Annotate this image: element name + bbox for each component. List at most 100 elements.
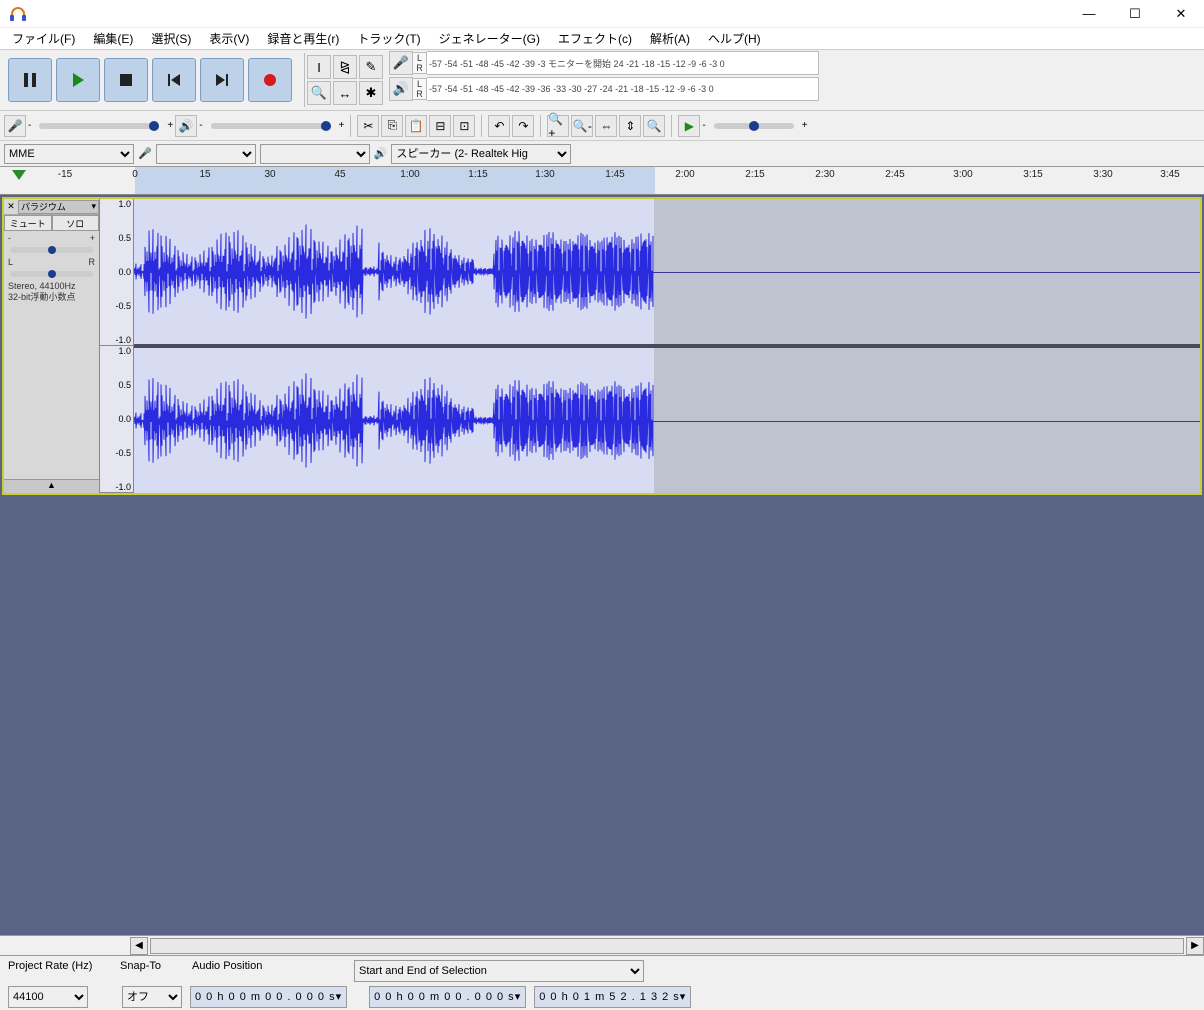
selection-end-field[interactable]: 0 0 h 0 1 m 5 2 . 1 3 2 s▾ <box>534 986 691 1008</box>
meter-rec-lr: LR <box>413 52 427 74</box>
track-close-button[interactable]: ✕ <box>4 201 18 212</box>
menu-generate[interactable]: ジェネレーター(G) <box>431 28 548 49</box>
mic-device-icon: 🎤 <box>138 147 152 160</box>
draw-tool[interactable]: ✎ <box>359 55 383 79</box>
timeline-tick: 2:15 <box>745 169 764 180</box>
audio-position-field[interactable]: 0 0 h 0 0 m 0 0 . 0 0 0 s▾ <box>190 986 347 1008</box>
menu-effect[interactable]: エフェクト(c) <box>550 28 640 49</box>
speaker-device-icon: 🔊 <box>374 147 388 160</box>
waveform-left-channel[interactable] <box>134 199 1200 348</box>
copy-button[interactable]: ⎘ <box>381 115 403 137</box>
menu-track[interactable]: トラック(T) <box>349 28 428 49</box>
timeline-tick: 30 <box>264 169 275 180</box>
playback-meter[interactable]: -57 -54 -51 -48 -45 -42 -39 -36 -33 -30 … <box>427 77 819 101</box>
zoom-tool[interactable]: 🔍 <box>307 81 331 105</box>
record-button[interactable] <box>248 58 292 102</box>
timeshift-tool[interactable]: ↔ <box>333 81 357 105</box>
meter-play-lr: LR <box>413 78 427 100</box>
play-button[interactable] <box>56 58 100 102</box>
undo-button[interactable]: ↶ <box>488 115 510 137</box>
menu-select[interactable]: 選択(S) <box>143 28 199 49</box>
track-pan-slider[interactable] <box>10 271 93 277</box>
scroll-right-button[interactable]: ▶ <box>1186 937 1204 955</box>
menu-view[interactable]: 表示(V) <box>201 28 257 49</box>
play-speed-slider[interactable] <box>714 123 794 129</box>
timeline-tick: 2:30 <box>815 169 834 180</box>
audio-track: ✕ パラジウム▾ ミュート ソロ -+ LR Stereo, 44100Hz 3… <box>2 197 1202 495</box>
playback-volume-slider[interactable] <box>211 123 331 129</box>
redo-button[interactable]: ↷ <box>512 115 534 137</box>
timeline-tick: 1:15 <box>468 169 487 180</box>
mic-icon[interactable]: 🎤 <box>389 51 413 75</box>
timeline-tick: 45 <box>334 169 345 180</box>
transport-toolbar <box>0 50 300 110</box>
multi-tool[interactable]: ✱ <box>359 81 383 105</box>
window-minimize-button[interactable]: ― <box>1066 0 1112 28</box>
zoom-in-button[interactable]: 🔍+ <box>547 115 569 137</box>
timeline-ruler[interactable]: -1501530451:001:151:301:452:002:152:302:… <box>0 167 1204 195</box>
audio-position-label: Audio Position <box>192 960 342 982</box>
fit-project-button[interactable]: ⇕ <box>619 115 641 137</box>
pause-button[interactable] <box>8 58 52 102</box>
scroll-left-button[interactable]: ◀ <box>130 937 148 955</box>
zoom-toggle-button[interactable]: 🔍 <box>643 115 665 137</box>
paste-button[interactable]: 📋 <box>405 115 427 137</box>
audio-host-select[interactable]: MME <box>4 144 134 164</box>
playhead-icon[interactable] <box>12 170 26 180</box>
skip-end-button[interactable] <box>200 58 244 102</box>
mute-button[interactable]: ミュート <box>4 215 52 231</box>
timeline-tick: 3:15 <box>1023 169 1042 180</box>
menu-file[interactable]: ファイル(F) <box>4 28 83 49</box>
tracks-area: ✕ パラジウム▾ ミュート ソロ -+ LR Stereo, 44100Hz 3… <box>0 195 1204 935</box>
track-gain-slider[interactable] <box>10 247 93 253</box>
trim-button[interactable]: ⊟ <box>429 115 451 137</box>
window-close-button[interactable]: ✕ <box>1158 0 1204 28</box>
timeline-tick: 3:45 <box>1160 169 1179 180</box>
timeline-tick: 2:45 <box>885 169 904 180</box>
play-at-speed-button[interactable]: ▶ <box>678 115 700 137</box>
cut-button[interactable]: ✂ <box>357 115 379 137</box>
timeline-tick: 15 <box>199 169 210 180</box>
recording-meter[interactable]: -57 -54 -51 -48 -45 -42 -39 -3 モニターを開始 2… <box>427 51 819 75</box>
waveform-right-channel[interactable] <box>134 348 1200 493</box>
track-name-dropdown[interactable]: パラジウム▾ <box>18 200 99 214</box>
project-rate-select[interactable]: 44100 <box>8 986 88 1008</box>
zoom-out-button[interactable]: 🔍- <box>571 115 593 137</box>
tools-toolbar: I ⧎ ✎ 🔍 ↔ ✱ <box>304 53 385 107</box>
menu-edit[interactable]: 編集(E) <box>85 28 141 49</box>
stop-button[interactable] <box>104 58 148 102</box>
fit-selection-button[interactable]: ⇔ <box>595 115 617 137</box>
recording-device-select[interactable] <box>156 144 256 164</box>
recording-channels-select[interactable] <box>260 144 370 164</box>
horizontal-scrollbar[interactable]: ◀ ▶ <box>0 935 1204 955</box>
menu-record[interactable]: 録音と再生(r) <box>259 28 347 49</box>
timeline-tick: 1:00 <box>400 169 419 180</box>
snap-to-select[interactable]: オフ <box>122 986 182 1008</box>
solo-button[interactable]: ソロ <box>52 215 100 231</box>
amplitude-ruler: 1.00.50.0-0.5-1.0 1.00.50.0-0.5-1.0 <box>100 199 134 493</box>
playback-device-select[interactable]: スピーカー (2- Realtek Hig <box>391 144 571 164</box>
track-control-panel: ✕ パラジウム▾ ミュート ソロ -+ LR Stereo, 44100Hz 3… <box>4 199 100 493</box>
speaker-volume-icon: 🔊 <box>175 115 197 137</box>
menu-help[interactable]: ヘルプ(H) <box>700 28 769 49</box>
toolbar-area: I ⧎ ✎ 🔍 ↔ ✱ 🎤 LR -57 -54 -51 -48 -45 -42… <box>0 50 1204 167</box>
envelope-tool[interactable]: ⧎ <box>333 55 357 79</box>
project-rate-label: Project Rate (Hz) <box>8 960 108 982</box>
selection-tool[interactable]: I <box>307 55 331 79</box>
skip-start-button[interactable] <box>152 58 196 102</box>
menubar: ファイル(F) 編集(E) 選択(S) 表示(V) 録音と再生(r) トラック(… <box>0 28 1204 50</box>
selection-start-field[interactable]: 0 0 h 0 0 m 0 0 . 0 0 0 s▾ <box>369 986 526 1008</box>
selection-toolbar: Project Rate (Hz) Snap-To Audio Position… <box>0 955 1204 1010</box>
window-maximize-button[interactable]: ☐ <box>1112 0 1158 28</box>
timeline-tick: -15 <box>58 169 72 180</box>
recording-volume-slider[interactable] <box>39 123 159 129</box>
selection-mode-select[interactable]: Start and End of Selection <box>354 960 644 982</box>
mic-volume-icon: 🎤 <box>4 115 26 137</box>
app-logo-icon <box>6 2 30 26</box>
track-collapse-button[interactable]: ▲ <box>4 479 99 493</box>
timeline-tick: 1:45 <box>605 169 624 180</box>
menu-analyze[interactable]: 解析(A) <box>642 28 698 49</box>
silence-button[interactable]: ⊡ <box>453 115 475 137</box>
speaker-icon[interactable]: 🔊 <box>389 77 413 101</box>
timeline-selection <box>135 167 655 194</box>
